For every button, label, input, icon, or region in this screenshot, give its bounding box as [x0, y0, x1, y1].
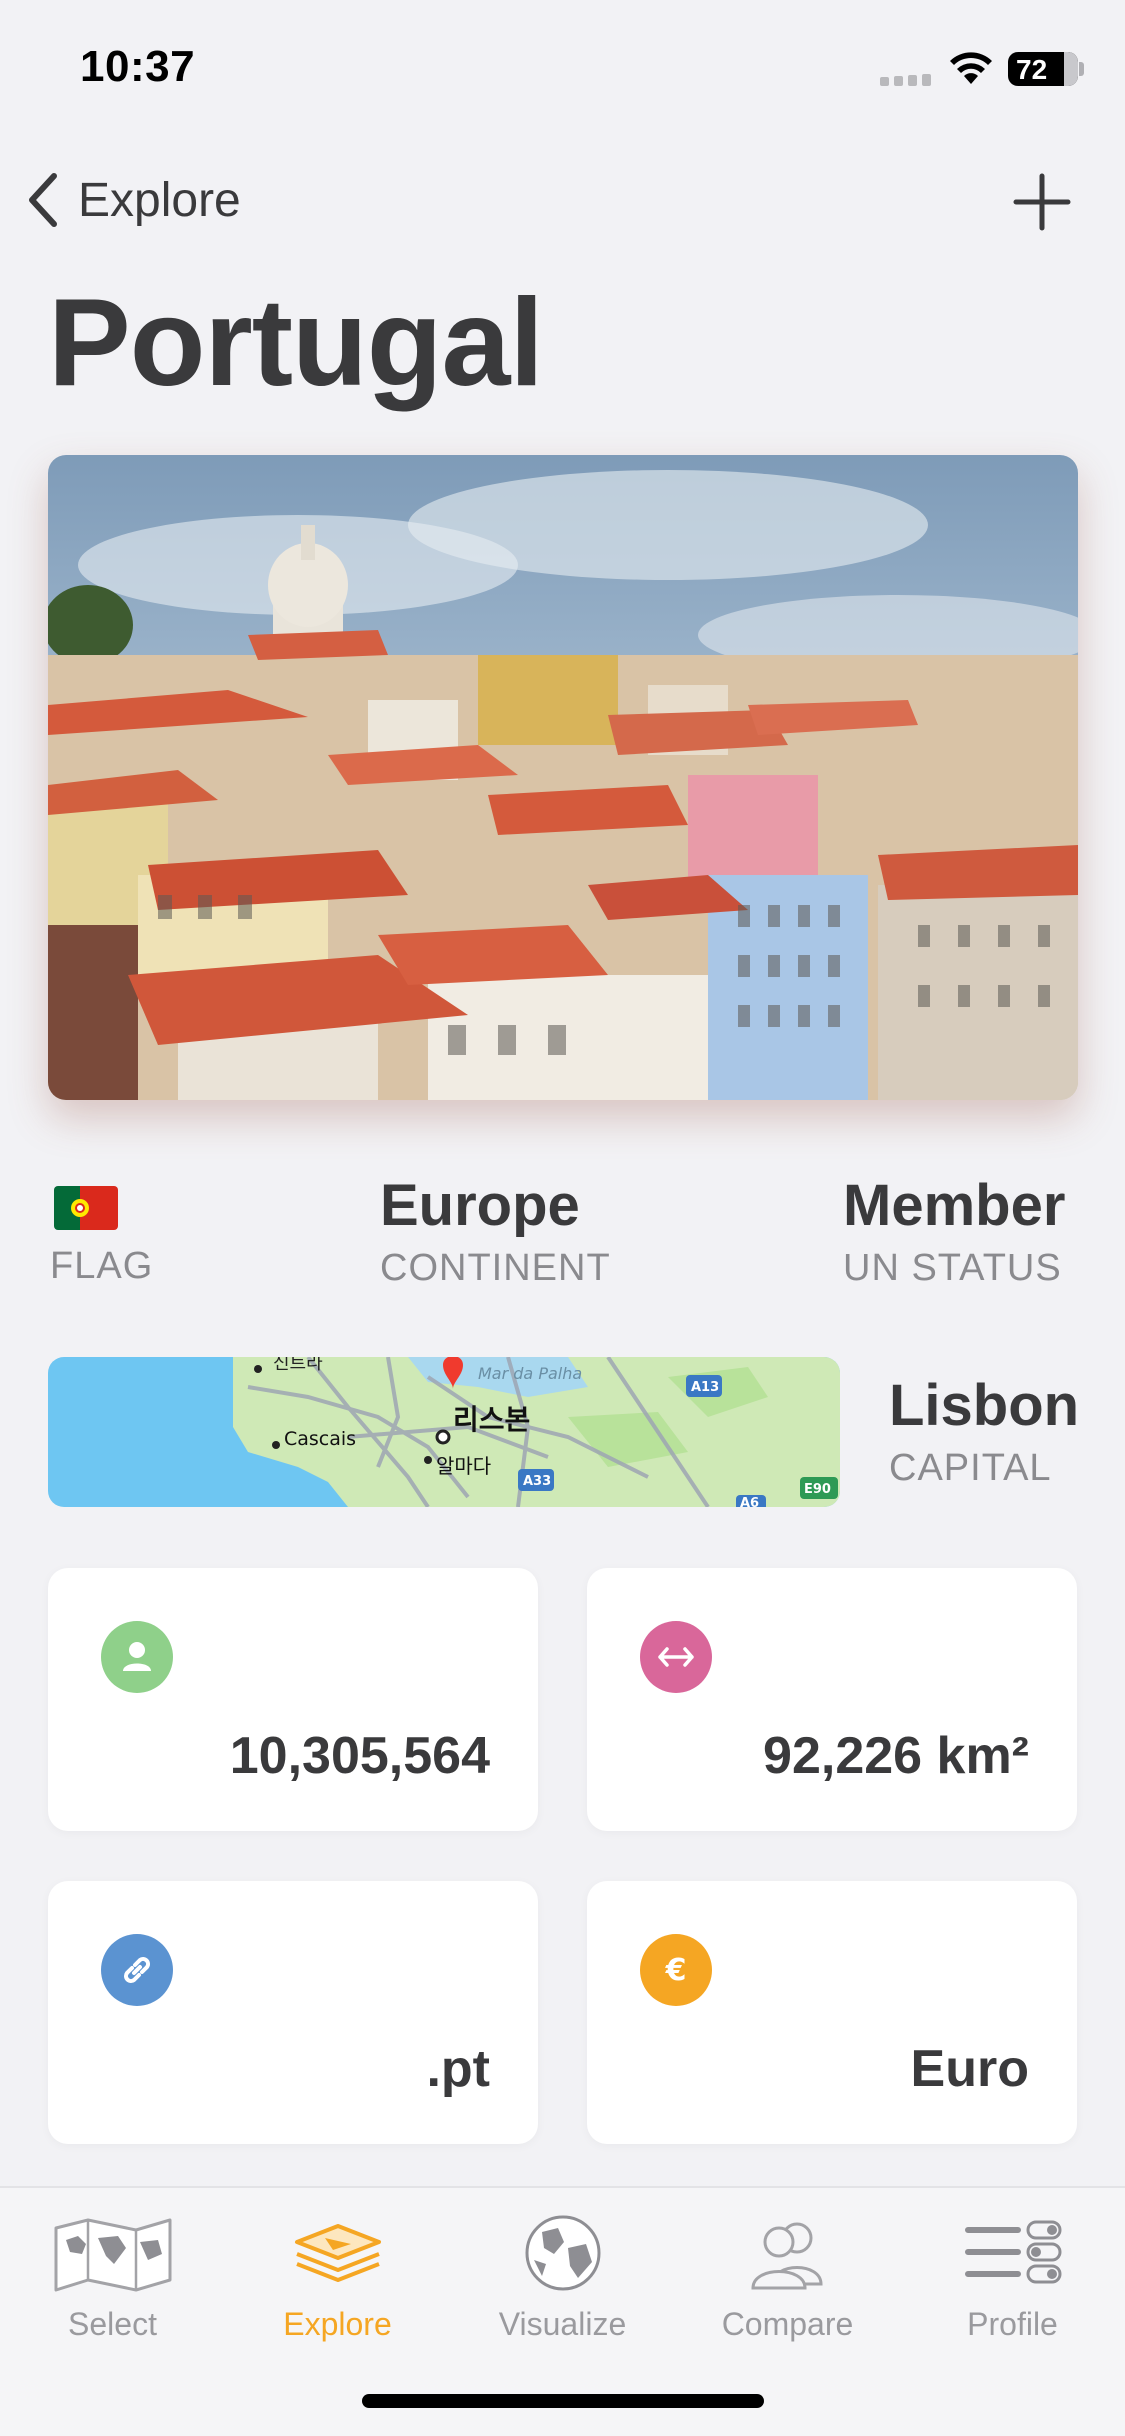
tab-explore[interactable]: Explore	[225, 2208, 450, 2343]
tab-visualize-label: Visualize	[498, 2306, 627, 2342]
continent-caption: CONTINENT	[380, 1247, 611, 1289]
back-button[interactable]: Explore	[24, 165, 241, 235]
un-status-caption: UN STATUS	[843, 1247, 1062, 1289]
un-status-info: Member UN STATUS	[843, 1172, 1065, 1290]
capital-caption: CAPITAL	[889, 1447, 1052, 1489]
wifi-icon	[950, 52, 992, 84]
euro-icon: €	[640, 1934, 712, 2006]
status-bar: 10:37 72	[0, 0, 1125, 140]
status-time: 10:37	[80, 42, 196, 91]
road-label-e90: E90	[804, 1482, 831, 1497]
continent-info: Europe CONTINENT	[380, 1172, 611, 1290]
domain-card[interactable]: .pt	[48, 1881, 538, 2144]
battery-icon: 72	[1008, 52, 1078, 86]
continent-value: Europe	[380, 1173, 580, 1238]
map-image: 신트라 Mar da Palha 리스본 Cascais 알마다 A13 A33…	[48, 1357, 840, 1507]
currency-value: Euro	[910, 2040, 1029, 2098]
road-label-a33: A33	[523, 1474, 551, 1489]
capital-value: Lisbon	[889, 1373, 1080, 1438]
back-button-label: Explore	[78, 173, 241, 227]
lisbon-cityscape-image	[48, 455, 1078, 1100]
tab-profile-label: Profile	[967, 2306, 1058, 2342]
page-title: Portugal	[48, 274, 544, 412]
tab-explore-label: Explore	[283, 2306, 392, 2342]
cellular-signal-icon	[880, 74, 931, 86]
world-map-icon	[54, 2218, 171, 2292]
map-label-sintra: 신트라	[273, 1357, 323, 1374]
battery-cap	[1079, 62, 1084, 76]
arrows-horizontal-icon	[640, 1621, 712, 1693]
tab-visualize[interactable]: Visualize	[450, 2208, 675, 2343]
flag-caption: FLAG	[50, 1245, 154, 1287]
portugal-flag-icon	[54, 1186, 118, 1230]
population-value: 10,305,564	[229, 1727, 490, 1785]
capital-info: Lisbon CAPITAL	[889, 1372, 1079, 1490]
hero-photo[interactable]	[48, 455, 1078, 1100]
road-label-a6: A6	[740, 1496, 759, 1507]
tab-compare[interactable]: Compare	[675, 2208, 900, 2343]
battery-percent: 72	[1016, 54, 1048, 85]
tab-select-label: Select	[68, 2306, 157, 2342]
link-icon	[101, 1934, 173, 2006]
svg-text:€: €	[665, 1953, 687, 1988]
globe-icon	[525, 2215, 600, 2291]
home-indicator[interactable]	[362, 2394, 764, 2408]
tab-profile[interactable]: Profile	[900, 2208, 1125, 2343]
road-label-a13: A13	[691, 1380, 719, 1395]
layers-icon	[294, 2224, 381, 2282]
domain-value: .pt	[426, 2040, 490, 2098]
list-toggle-icon	[964, 2220, 1061, 2284]
area-value: 92,226 km²	[763, 1727, 1029, 1785]
person-icon	[101, 1621, 173, 1693]
map-label-lisbon: 리스본	[453, 1403, 530, 1436]
plus-icon[interactable]	[1010, 170, 1074, 234]
map-label-cascais: Cascais	[284, 1428, 356, 1450]
people-icon	[750, 2222, 823, 2290]
tab-select[interactable]: Select	[0, 2208, 225, 2343]
capital-map[interactable]: 신트라 Mar da Palha 리스본 Cascais 알마다 A13 A33…	[48, 1357, 840, 1507]
population-card[interactable]: 10,305,564	[48, 1568, 538, 1831]
currency-card[interactable]: € Euro	[587, 1881, 1077, 2144]
map-label-almada: 알마다	[436, 1454, 491, 1478]
un-status-value: Member	[843, 1173, 1066, 1238]
area-card[interactable]: 92,226 km²	[587, 1568, 1077, 1831]
map-label-mar-da-palha: Mar da Palha	[478, 1364, 582, 1383]
chevron-left-icon	[29, 173, 57, 227]
tab-compare-label: Compare	[721, 2306, 854, 2342]
